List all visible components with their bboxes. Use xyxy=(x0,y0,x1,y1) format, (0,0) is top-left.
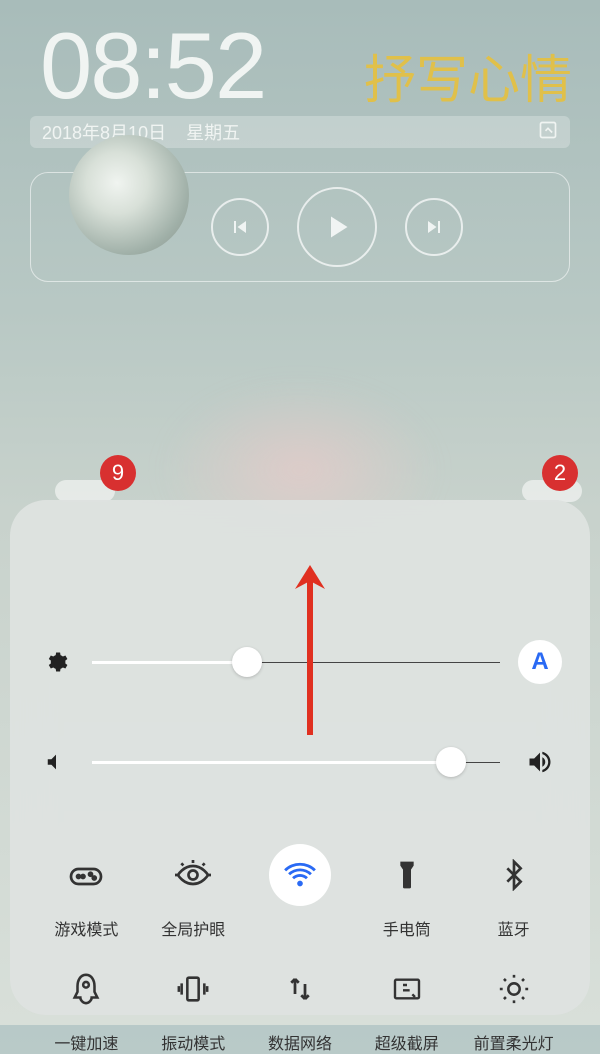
toggle-vibrate[interactable]: 振动模式 xyxy=(145,958,242,1054)
toggle-fill-light[interactable]: 前置柔光灯 xyxy=(465,958,562,1054)
toggle-game-mode[interactable]: 游戏模式 xyxy=(38,844,135,940)
toggle-data[interactable]: 数据网络 xyxy=(252,958,349,1054)
weekday-text: 星期五 xyxy=(186,119,240,145)
toggle-label: 一键加速 xyxy=(54,1030,118,1054)
control-center-panel: A 游戏模式全局护眼手电筒蓝牙一键加速振动模式数据网络超级截屏前置柔光灯 xyxy=(10,500,590,1015)
album-art[interactable] xyxy=(69,135,189,255)
game-mode-icon xyxy=(55,844,117,906)
toggle-wifi[interactable] xyxy=(252,844,349,940)
toggle-boost[interactable]: 一键加速 xyxy=(38,958,135,1054)
volume-row xyxy=(38,740,562,784)
toggle-bluetooth[interactable]: 蓝牙 xyxy=(465,844,562,940)
settings-gear-icon[interactable] xyxy=(38,644,74,680)
auto-brightness-button[interactable]: A xyxy=(518,640,562,684)
mood-text[interactable]: 抒写心情 xyxy=(364,38,572,113)
bluetooth-icon xyxy=(483,844,545,906)
toggle-label: 游戏模式 xyxy=(54,916,118,940)
edit-icon[interactable] xyxy=(538,120,558,145)
toggle-label: 振动模式 xyxy=(161,1030,225,1054)
brightness-row: A xyxy=(38,640,562,684)
wifi-icon xyxy=(269,844,331,906)
quick-toggles-grid: 游戏模式 全局护眼 手电筒 蓝牙一键加速 振动模式 数据网络 超级截屏 前置柔光灯 xyxy=(38,844,562,1054)
toggle-flashlight[interactable]: 手电筒 xyxy=(358,844,455,940)
toggle-eye-protect[interactable]: 全局护眼 xyxy=(145,844,242,940)
notification-badge-left: 9 xyxy=(100,455,136,491)
toggle-label: 数据网络 xyxy=(268,1030,332,1054)
music-widget xyxy=(30,172,570,282)
volume-high-icon xyxy=(518,740,562,784)
toggle-screenshot[interactable]: 超级截屏 xyxy=(358,958,455,1054)
eye-protect-icon xyxy=(162,844,224,906)
next-track-button[interactable] xyxy=(405,198,463,256)
data-icon xyxy=(269,958,331,1020)
brightness-slider[interactable] xyxy=(92,661,500,664)
toggle-label: 前置柔光灯 xyxy=(474,1030,554,1054)
fill-light-icon xyxy=(483,958,545,1020)
notification-badge-right: 2 xyxy=(542,455,578,491)
play-button[interactable] xyxy=(297,187,377,267)
clock-time: 08:52 xyxy=(40,12,265,120)
screenshot-icon xyxy=(376,958,438,1020)
toggle-label: 全局护眼 xyxy=(161,916,225,940)
toggle-label: 超级截屏 xyxy=(375,1030,439,1054)
toggle-label: 蓝牙 xyxy=(498,916,530,940)
volume-low-icon xyxy=(38,744,74,780)
volume-slider[interactable] xyxy=(92,761,500,764)
boost-icon xyxy=(55,958,117,1020)
prev-track-button[interactable] xyxy=(211,198,269,256)
flashlight-icon xyxy=(376,844,438,906)
vibrate-icon xyxy=(162,958,224,1020)
toggle-label: 手电筒 xyxy=(383,916,431,940)
